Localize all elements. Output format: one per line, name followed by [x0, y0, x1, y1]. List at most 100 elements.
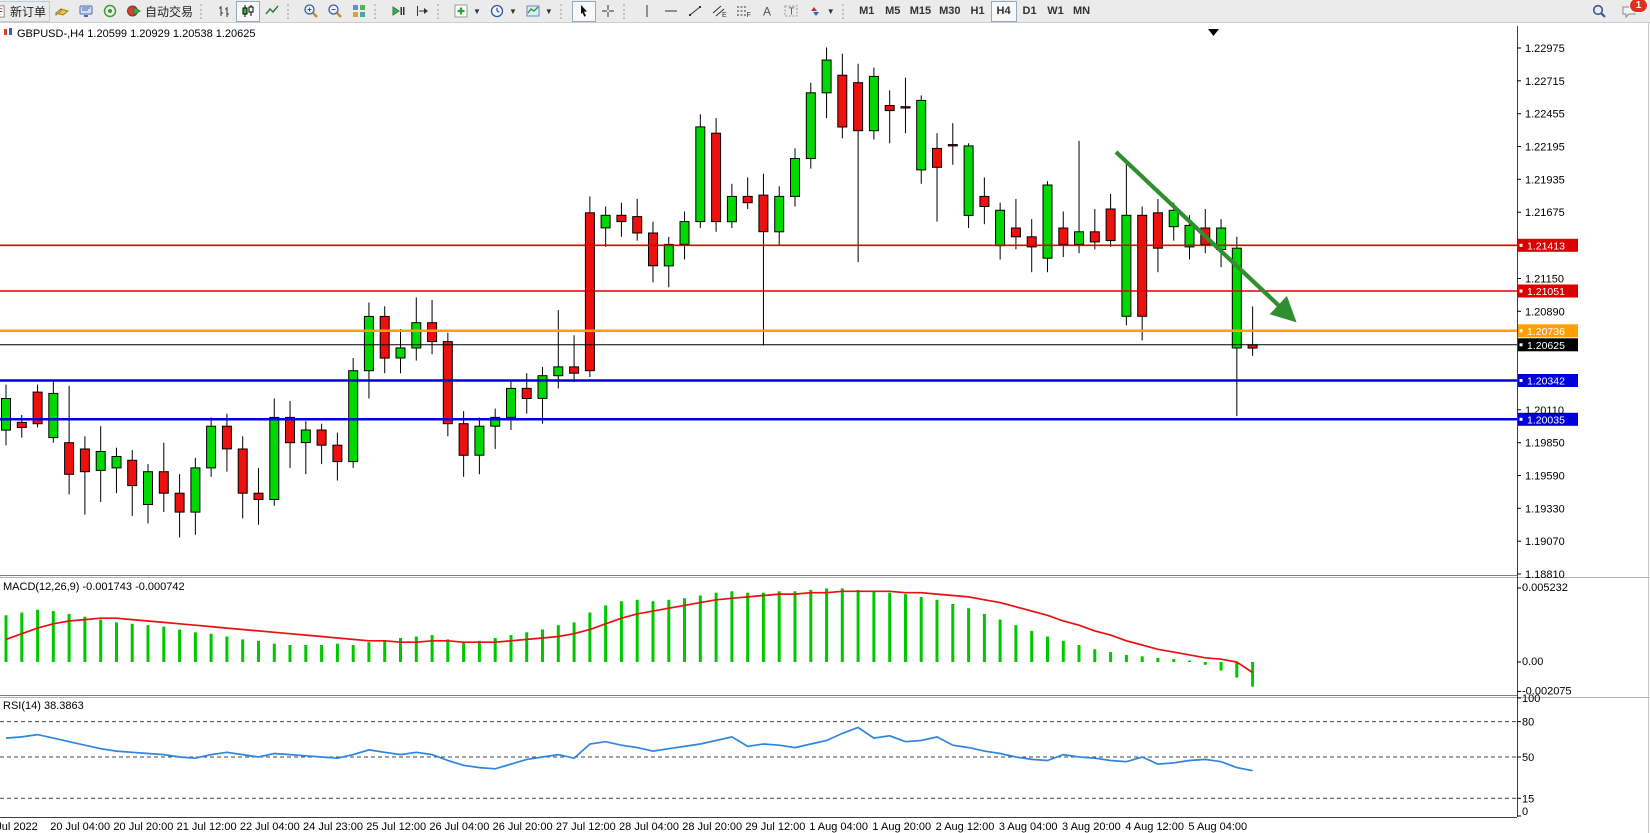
- time-axis-label: 5 Aug 04:00: [1188, 821, 1247, 833]
- timeframe-button-m5[interactable]: M5: [880, 1, 906, 22]
- tile-windows-icon: [351, 3, 367, 19]
- signal-button[interactable]: [98, 1, 122, 22]
- candle: [17, 422, 26, 427]
- time-axis-label: 26 Jul 20:00: [493, 821, 553, 833]
- timeframe-button-m15[interactable]: M15: [906, 1, 935, 22]
- chart-canvas[interactable]: 1.214131.210511.207361.206251.203421.200…: [0, 0, 1650, 833]
- cursor-icon: [576, 3, 592, 19]
- templates-button[interactable]: ▼: [521, 1, 557, 22]
- candle: [238, 449, 247, 493]
- price-badge-current-price: 1.20625: [1518, 338, 1578, 352]
- auto-scroll-button[interactable]: [386, 1, 410, 22]
- price-tick-label: 1.21935: [1525, 174, 1565, 186]
- crosshair-button[interactable]: [596, 1, 620, 22]
- fibonacci-button[interactable]: F: [731, 1, 755, 22]
- zoom-in-button[interactable]: [299, 1, 323, 22]
- time-axis-label: 25 Jul 12:00: [366, 821, 426, 833]
- arrows-button[interactable]: ▼: [803, 1, 839, 22]
- chart-shift-icon: [414, 3, 430, 19]
- time-axis: Jul 202220 Jul 04:0020 Jul 20:0021 Jul 1…: [0, 821, 1247, 833]
- zoom-out-icon: [327, 3, 343, 19]
- candle: [696, 127, 705, 222]
- equidistant-channel-button[interactable]: E: [707, 1, 731, 22]
- bar-chart-button[interactable]: [212, 1, 236, 22]
- candle: [791, 159, 800, 197]
- toolbar-right-group: 1: [1587, 1, 1650, 22]
- chart-shift-button[interactable]: [410, 1, 434, 22]
- line-chart-button[interactable]: [260, 1, 284, 22]
- chevron-down-icon: ▼: [509, 7, 517, 16]
- candle: [617, 215, 626, 221]
- auto-trading-button[interactable]: 自动交易: [122, 1, 197, 22]
- price-tick-label: 1.21150: [1525, 274, 1564, 286]
- candle: [112, 457, 121, 468]
- rsi-panel: 1008050150: [0, 693, 1540, 818]
- svg-text:1.21051: 1.21051: [1527, 286, 1565, 298]
- gold-bar-button[interactable]: [50, 1, 74, 22]
- new-order-button[interactable]: 新订单: [0, 1, 50, 22]
- timeframe-button-m1[interactable]: M1: [854, 1, 880, 22]
- timeframe-button-h4[interactable]: H4: [991, 1, 1017, 22]
- candle: [380, 316, 389, 358]
- macd-signal-line: [6, 591, 1253, 672]
- search-button[interactable]: [1587, 1, 1611, 22]
- chevron-down-icon: ▼: [827, 7, 835, 16]
- time-axis-label: Jul 2022: [0, 821, 38, 833]
- candle: [1106, 209, 1115, 241]
- candle: [538, 376, 547, 399]
- price-tick-label: 1.19850: [1525, 438, 1565, 450]
- cursor-button[interactable]: [572, 1, 596, 22]
- candlestick-chart-button[interactable]: [236, 1, 260, 22]
- time-axis-label: 26 Jul 04:00: [429, 821, 489, 833]
- indicators-button[interactable]: ▼: [449, 1, 485, 22]
- tile-windows-button[interactable]: [347, 1, 371, 22]
- timeframe-button-mn[interactable]: MN: [1069, 1, 1095, 22]
- candle: [175, 493, 184, 512]
- periods-button[interactable]: ▼: [485, 1, 521, 22]
- candle: [806, 93, 815, 159]
- zoom-in-icon: [303, 3, 319, 19]
- timeframe-button-h1[interactable]: H1: [965, 1, 991, 22]
- chart-shift-marker[interactable]: [1208, 29, 1219, 36]
- svg-text:1.20625: 1.20625: [1527, 340, 1565, 352]
- toolbar-separator: [437, 4, 444, 19]
- time-axis-label: 4 Aug 12:00: [1125, 821, 1184, 833]
- candle: [49, 393, 58, 437]
- trendline-button[interactable]: [683, 1, 707, 22]
- horizontal-line-icon: [663, 3, 679, 19]
- text-button[interactable]: A: [755, 1, 779, 22]
- templates-icon: [525, 3, 541, 19]
- metaeditor-icon: [78, 3, 94, 19]
- horizontal-line-button[interactable]: [659, 1, 683, 22]
- candle: [1185, 225, 1194, 247]
- zoom-out-button[interactable]: [323, 1, 347, 22]
- time-axis-label: 21 Jul 12:00: [177, 821, 237, 833]
- svg-text:T: T: [788, 7, 794, 18]
- candle: [1169, 210, 1178, 226]
- candle: [759, 195, 768, 232]
- timeframe-button-w1[interactable]: W1: [1043, 1, 1069, 22]
- time-axis-label: 28 Jul 04:00: [619, 821, 679, 833]
- chat-button[interactable]: 1: [1617, 1, 1642, 22]
- rsi-tick-label: 50: [1522, 752, 1534, 764]
- toolbar-separator: [200, 4, 207, 19]
- price-tick-label: 1.19330: [1525, 503, 1565, 515]
- text-label-button[interactable]: T: [779, 1, 803, 22]
- svg-text:E: E: [722, 12, 727, 19]
- candle: [459, 424, 468, 456]
- candle: [349, 371, 358, 462]
- price-badge-support-blue-1: 1.20342: [1518, 374, 1578, 388]
- timeframe-button-d1[interactable]: D1: [1017, 1, 1043, 22]
- candle: [712, 133, 721, 221]
- time-axis-label: 27 Jul 12:00: [556, 821, 616, 833]
- candle: [507, 388, 516, 417]
- timeframe-button-m30[interactable]: M30: [935, 1, 964, 22]
- time-axis-label: 28 Jul 20:00: [682, 821, 742, 833]
- vertical-line-button[interactable]: [635, 1, 659, 22]
- time-axis-label: 20 Jul 04:00: [50, 821, 110, 833]
- candle: [1059, 228, 1068, 244]
- notification-badge: 1: [1629, 0, 1648, 13]
- candle: [2, 399, 11, 431]
- price-tick-label: 1.22975: [1525, 43, 1565, 55]
- metaeditor-button[interactable]: [74, 1, 98, 22]
